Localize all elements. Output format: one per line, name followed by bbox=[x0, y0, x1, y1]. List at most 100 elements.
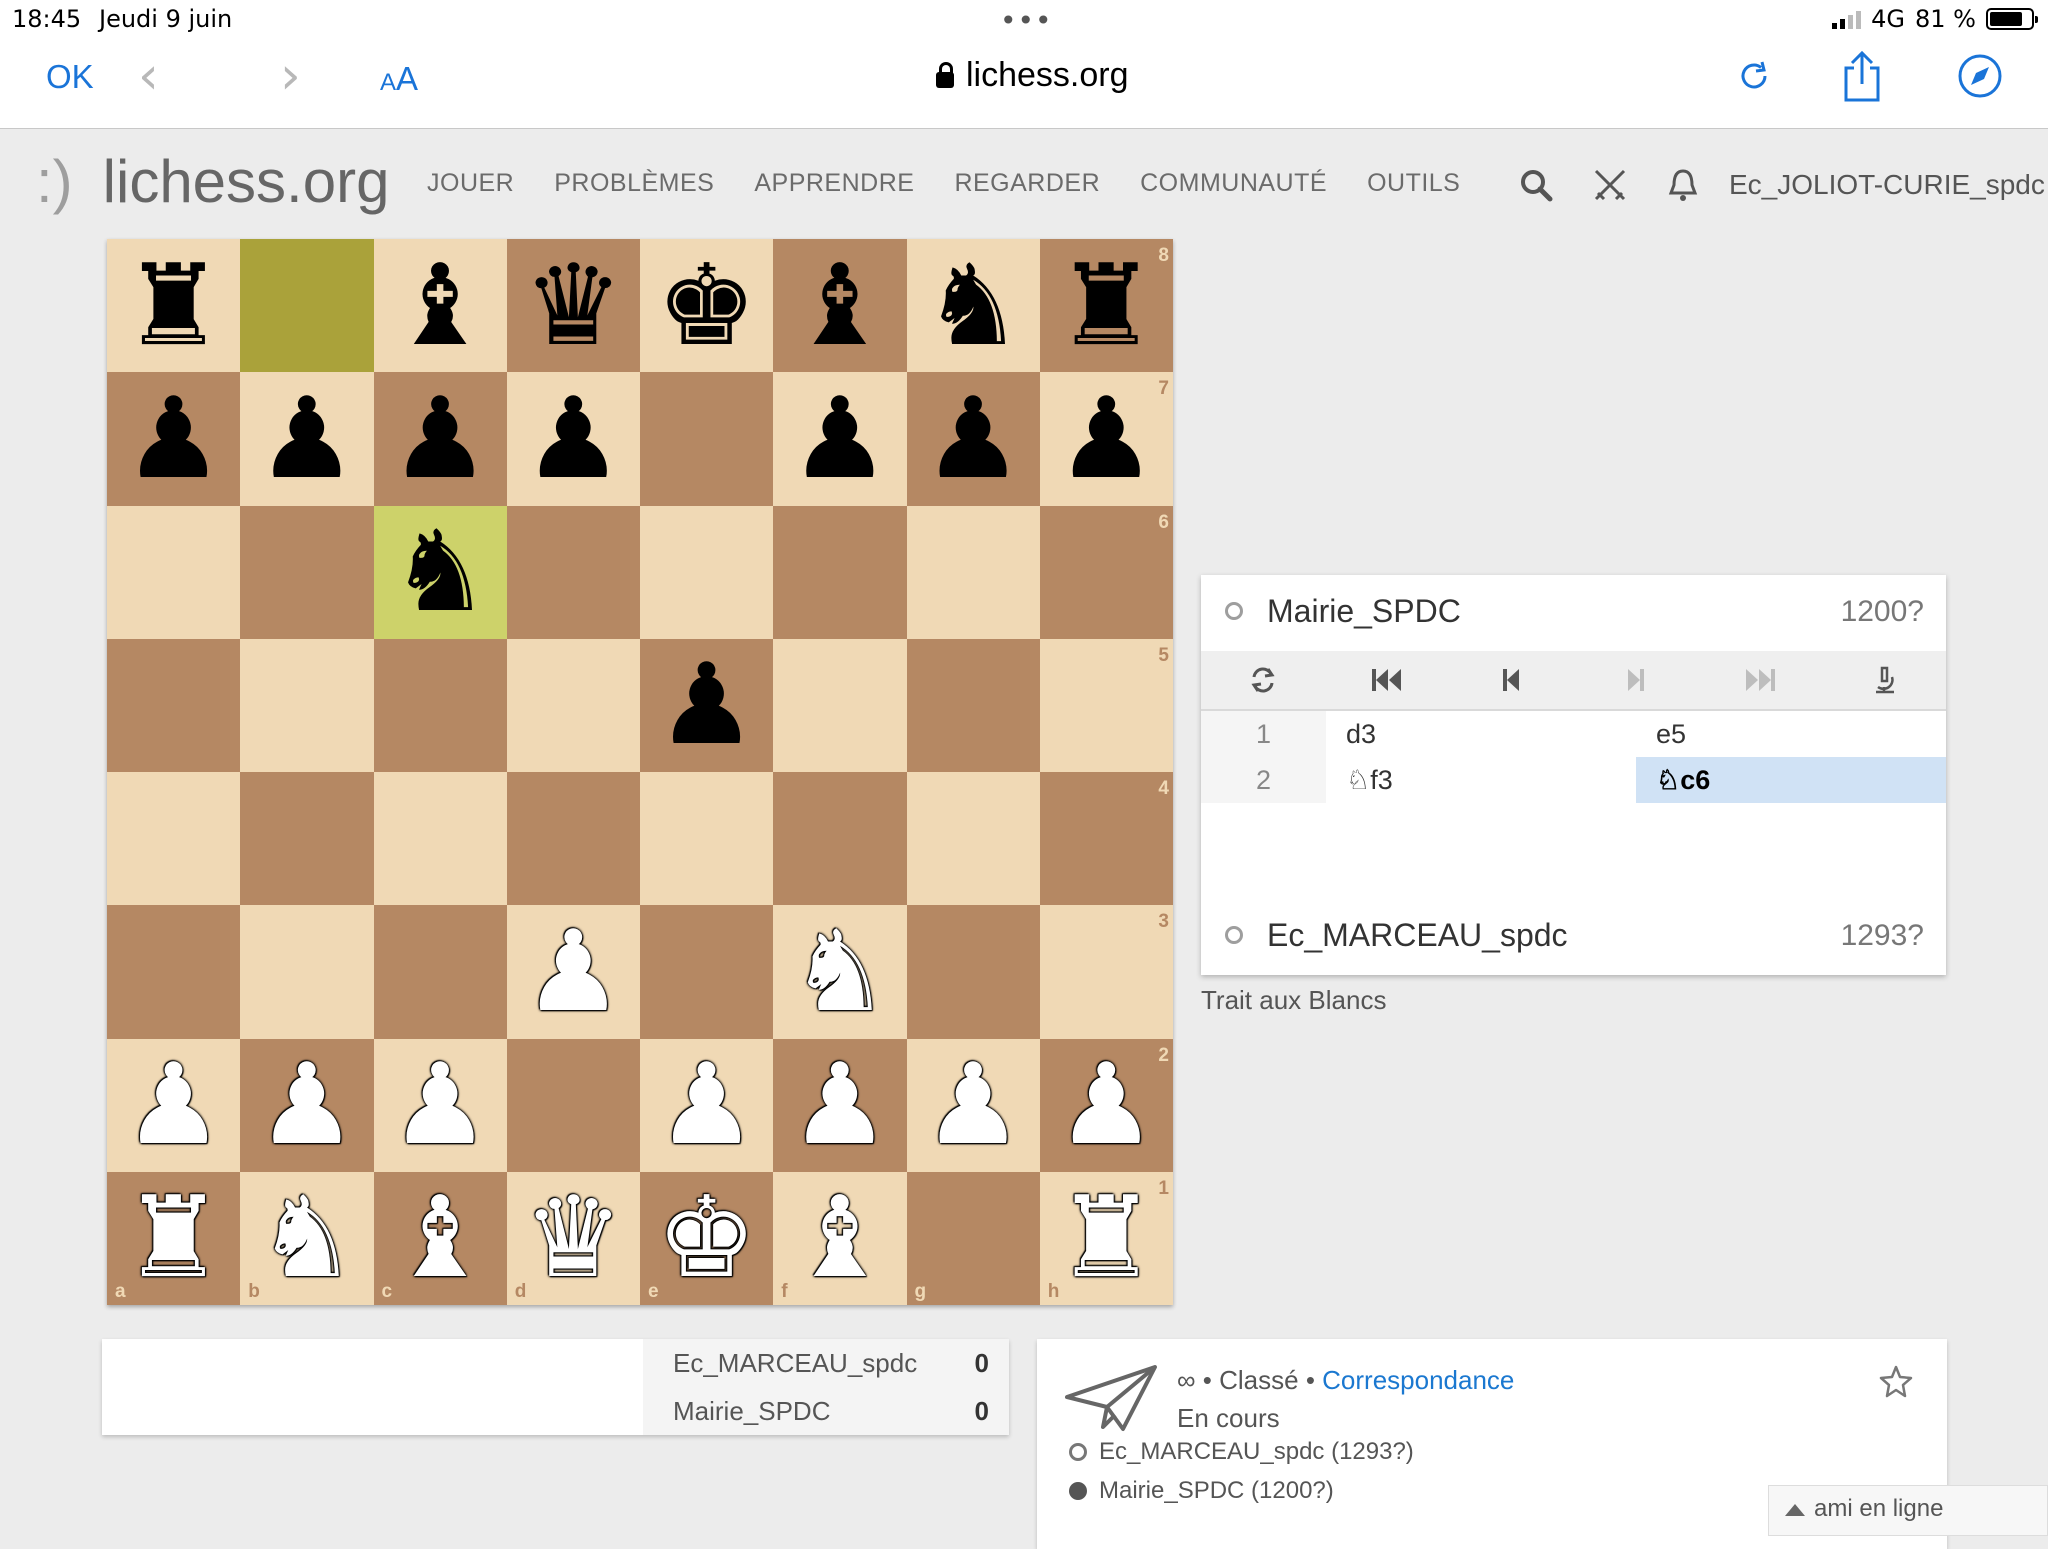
site-logo[interactable]: :) lichess.org bbox=[36, 147, 389, 216]
white-rook-piece[interactable]: ♜ bbox=[1056, 1182, 1156, 1294]
white-rook-piece[interactable]: ♜ bbox=[123, 1182, 223, 1294]
black-move-active[interactable]: ♘c6 bbox=[1636, 757, 1946, 803]
square-h5[interactable]: 5 bbox=[1039, 638, 1173, 772]
white-pawn-piece[interactable]: ♟ bbox=[656, 1049, 756, 1161]
bookmark-star-icon[interactable] bbox=[1879, 1365, 1913, 1399]
black-player-info[interactable]: Mairie_SPDC (1200?) bbox=[1069, 1477, 1334, 1505]
square-d7[interactable]: ♟ bbox=[506, 372, 640, 506]
nav-play[interactable]: JOUER bbox=[427, 169, 514, 198]
square-h2[interactable]: ♟ 2 bbox=[1039, 1038, 1173, 1172]
square-d4[interactable] bbox=[506, 772, 640, 906]
forward-chevron-icon[interactable]: › bbox=[280, 50, 301, 102]
square-c2[interactable]: ♟ bbox=[373, 1038, 507, 1172]
black-rook-piece[interactable]: ♜ bbox=[123, 250, 223, 362]
square-f3[interactable]: ♞ bbox=[773, 905, 907, 1039]
white-pawn-piece[interactable]: ♟ bbox=[790, 1049, 890, 1161]
square-b2[interactable]: ♟ bbox=[240, 1038, 374, 1172]
square-d6[interactable] bbox=[506, 505, 640, 639]
square-d8[interactable]: ♛ bbox=[506, 239, 640, 373]
square-e8[interactable]: ♚ bbox=[640, 239, 774, 373]
square-f8[interactable]: ♝ bbox=[773, 239, 907, 373]
nav-watch[interactable]: REGARDER bbox=[954, 169, 1100, 198]
flip-board-button[interactable] bbox=[1233, 665, 1293, 695]
square-f6[interactable] bbox=[773, 505, 907, 639]
square-a1[interactable]: ♜ a bbox=[107, 1171, 241, 1305]
square-f1[interactable]: ♝ f bbox=[773, 1171, 907, 1305]
square-g8[interactable]: ♞ bbox=[906, 239, 1040, 373]
black-rook-piece[interactable]: ♜ bbox=[1056, 250, 1156, 362]
square-f4[interactable] bbox=[773, 772, 907, 906]
square-e1[interactable]: ♚ e bbox=[640, 1171, 774, 1305]
square-h8[interactable]: ♜ 8 bbox=[1039, 239, 1173, 373]
square-e3[interactable] bbox=[640, 905, 774, 1039]
square-c5[interactable] bbox=[373, 638, 507, 772]
chess-board[interactable]: ♜ ♝ ♛ ♚ ♝ ♞ ♜ 8 ♟ ♟ ♟ ♟ ♟ ♟ ♟ 7 ♞ 6 ♟ 5 4 ♟ ♞ 3 ♟ ♟ ♟ ♟ ♟ ♟ ♟ 2 ♜ a ♞ b ♝ c ♛ d… bbox=[107, 239, 1173, 1305]
compass-icon[interactable] bbox=[1956, 52, 2004, 100]
square-g2[interactable]: ♟ bbox=[906, 1038, 1040, 1172]
square-g6[interactable] bbox=[906, 505, 1040, 639]
square-g5[interactable] bbox=[906, 638, 1040, 772]
square-d2[interactable] bbox=[506, 1038, 640, 1172]
white-pawn-piece[interactable]: ♟ bbox=[123, 1049, 223, 1161]
white-pawn-piece[interactable]: ♟ bbox=[1056, 1049, 1156, 1161]
share-icon[interactable] bbox=[1838, 50, 1886, 104]
analysis-button[interactable] bbox=[1854, 665, 1914, 695]
first-move-button[interactable] bbox=[1357, 667, 1417, 693]
crosstable-row[interactable]: Mairie_SPDC 0 bbox=[673, 1396, 989, 1427]
square-h6[interactable]: 6 bbox=[1039, 505, 1173, 639]
white-king-piece[interactable]: ♚ bbox=[656, 1182, 756, 1294]
square-b5[interactable] bbox=[240, 638, 374, 772]
bottom-player-name[interactable]: Ec_MARCEAU_spdc bbox=[1267, 917, 1568, 954]
white-knight-piece[interactable]: ♞ bbox=[790, 916, 890, 1028]
white-move[interactable]: d3 bbox=[1326, 711, 1636, 757]
square-a8[interactable]: ♜ bbox=[107, 239, 241, 373]
white-bishop-piece[interactable]: ♝ bbox=[790, 1182, 890, 1294]
square-h4[interactable]: 4 bbox=[1039, 772, 1173, 906]
black-move[interactable]: e5 bbox=[1636, 711, 1946, 757]
notification-bell-icon[interactable] bbox=[1666, 167, 1700, 203]
reload-icon[interactable] bbox=[1732, 54, 1776, 98]
square-c4[interactable] bbox=[373, 772, 507, 906]
black-pawn-piece[interactable]: ♟ bbox=[790, 383, 890, 495]
square-f5[interactable] bbox=[773, 638, 907, 772]
square-b6[interactable] bbox=[240, 505, 374, 639]
black-pawn-piece[interactable]: ♟ bbox=[523, 383, 623, 495]
square-c7[interactable]: ♟ bbox=[373, 372, 507, 506]
white-bishop-piece[interactable]: ♝ bbox=[390, 1182, 490, 1294]
black-pawn-piece[interactable]: ♟ bbox=[390, 383, 490, 495]
square-e7[interactable] bbox=[640, 372, 774, 506]
challenge-swords-icon[interactable] bbox=[1592, 167, 1628, 203]
square-a7[interactable]: ♟ bbox=[107, 372, 241, 506]
square-h3[interactable]: 3 bbox=[1039, 905, 1173, 1039]
user-menu[interactable]: Ec_JOLIOT-CURIE_spdc bbox=[1729, 169, 2045, 201]
square-a3[interactable] bbox=[107, 905, 241, 1039]
black-knight-piece[interactable]: ♞ bbox=[923, 250, 1023, 362]
white-pawn-piece[interactable]: ♟ bbox=[390, 1049, 490, 1161]
last-move-button[interactable] bbox=[1730, 667, 1790, 693]
black-pawn-piece[interactable]: ♟ bbox=[1056, 383, 1156, 495]
nav-community[interactable]: COMMUNAUTÉ bbox=[1140, 169, 1327, 198]
square-a6[interactable] bbox=[107, 505, 241, 639]
white-pawn-piece[interactable]: ♟ bbox=[523, 916, 623, 1028]
square-e2[interactable]: ♟ bbox=[640, 1038, 774, 1172]
square-d1[interactable]: ♛ d bbox=[506, 1171, 640, 1305]
multitasking-dots-icon[interactable]: ••• bbox=[1000, 4, 1053, 37]
black-pawn-piece[interactable]: ♟ bbox=[257, 383, 357, 495]
square-g7[interactable]: ♟ bbox=[906, 372, 1040, 506]
square-h1[interactable]: ♜ 1 h bbox=[1039, 1171, 1173, 1305]
square-c6[interactable]: ♞ bbox=[373, 505, 507, 639]
black-knight-piece[interactable]: ♞ bbox=[390, 516, 490, 628]
speed-link[interactable]: Correspondance bbox=[1322, 1365, 1514, 1395]
previous-move-button[interactable] bbox=[1481, 667, 1541, 693]
nav-puzzles[interactable]: PROBLÈMES bbox=[554, 169, 714, 198]
crosstable-row[interactable]: Ec_MARCEAU_spdc 0 bbox=[673, 1348, 989, 1379]
black-king-piece[interactable]: ♚ bbox=[656, 250, 756, 362]
white-pawn-piece[interactable]: ♟ bbox=[257, 1049, 357, 1161]
next-move-button[interactable] bbox=[1606, 667, 1666, 693]
square-b3[interactable] bbox=[240, 905, 374, 1039]
square-a5[interactable] bbox=[107, 638, 241, 772]
square-d3[interactable]: ♟ bbox=[506, 905, 640, 1039]
square-d5[interactable] bbox=[506, 638, 640, 772]
square-f2[interactable]: ♟ bbox=[773, 1038, 907, 1172]
nav-tools[interactable]: OUTILS bbox=[1367, 169, 1460, 198]
